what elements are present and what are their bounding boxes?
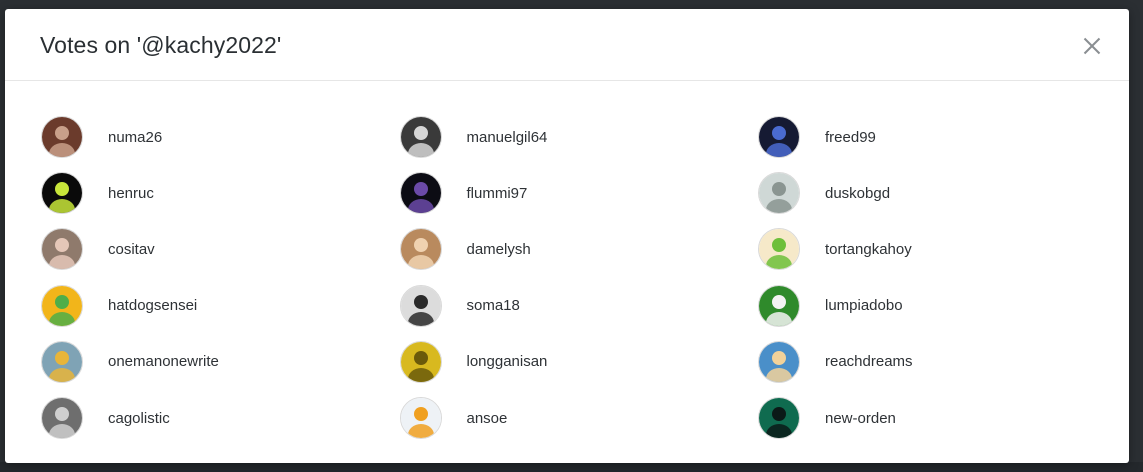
avatar[interactable] <box>41 172 83 215</box>
avatar[interactable] <box>399 228 442 271</box>
man-portrait-bw-avatar <box>400 117 441 158</box>
cartoon-bee-avatar <box>400 398 441 439</box>
voter-name-link[interactable]: manuelgil64 <box>467 129 548 146</box>
avatar[interactable] <box>758 340 800 383</box>
voter-name-link[interactable]: tortangkahoy <box>825 241 912 258</box>
avatar[interactable] <box>41 284 83 327</box>
voter-item[interactable]: hatdogsensei <box>41 278 400 334</box>
modal-header: Votes on '@kachy2022' <box>5 9 1129 81</box>
voter-item[interactable]: duskobgd <box>758 165 1101 221</box>
voter-item[interactable]: manuelgil64 <box>399 109 759 165</box>
voter-name-link[interactable]: longganisan <box>467 353 548 370</box>
avatar[interactable] <box>399 397 442 440</box>
avatar[interactable] <box>758 284 800 327</box>
voter-item[interactable]: freed99 <box>758 109 1101 165</box>
voters-list: numa26 manuelgil64 freed99 henruc flummi97 du… <box>41 109 1101 446</box>
avatar[interactable] <box>758 228 800 271</box>
avatar[interactable] <box>758 397 800 440</box>
cartoon-chef-avatar <box>759 285 799 326</box>
woman-bw-portrait-avatar <box>400 285 441 326</box>
voter-name-link[interactable]: freed99 <box>825 129 876 146</box>
voter-name-link[interactable]: cositav <box>108 241 155 258</box>
voter-item[interactable]: flummi97 <box>399 165 759 221</box>
voter-name-link[interactable]: lumpiadobo <box>825 297 903 314</box>
voter-item[interactable]: reachdreams <box>758 334 1101 390</box>
woman-with-flowers-avatar <box>42 117 82 158</box>
voter-name-link[interactable]: henruc <box>108 185 154 202</box>
close-icon <box>1083 37 1101 55</box>
voter-item[interactable]: tortangkahoy <box>758 221 1101 277</box>
voter-name-link[interactable]: onemanonewrite <box>108 353 219 370</box>
two-women-selfie-avatar <box>42 229 82 270</box>
voter-name-link[interactable]: ansoe <box>467 410 508 427</box>
voter-item[interactable]: damelysh <box>399 221 759 277</box>
green-cartoon-figure-avatar <box>42 285 82 326</box>
man-profile-avatar <box>42 398 82 439</box>
black-logo-avatar <box>42 173 82 214</box>
dark-fantasy-figure-avatar <box>759 117 799 158</box>
voter-item[interactable]: lumpiadobo <box>758 278 1101 334</box>
voter-name-link[interactable]: flummi97 <box>467 185 528 202</box>
voter-item[interactable]: numa26 <box>41 109 400 165</box>
sketch-face-avatar <box>759 173 799 214</box>
voter-item[interactable]: cagolistic <box>41 390 400 446</box>
golden-leaf-avatar <box>400 341 441 382</box>
purple-ghost-creature-avatar <box>400 173 441 214</box>
voter-item[interactable]: new-orden <box>758 390 1101 446</box>
avatar[interactable] <box>41 340 83 383</box>
voter-name-link[interactable]: numa26 <box>108 129 162 146</box>
avatar[interactable] <box>41 116 83 159</box>
votes-modal: Votes on '@kachy2022' numa26 manuelgil64 f… <box>5 9 1129 463</box>
pixel-character-avatar <box>42 341 82 382</box>
voter-name-link[interactable]: reachdreams <box>825 353 913 370</box>
smiling-woman-avatar <box>400 229 441 270</box>
close-button[interactable] <box>1081 35 1103 57</box>
voter-item[interactable]: soma18 <box>399 278 759 334</box>
avatar[interactable] <box>399 340 442 383</box>
modal-title: Votes on '@kachy2022' <box>40 32 282 58</box>
green-cat-avatar <box>759 398 799 439</box>
avatar[interactable] <box>399 172 442 215</box>
voter-item[interactable]: onemanonewrite <box>41 334 400 390</box>
voter-item[interactable]: ansoe <box>399 390 759 446</box>
cartoon-boy-cap-avatar <box>759 341 799 382</box>
avatar[interactable] <box>399 116 442 159</box>
voter-item[interactable]: cositav <box>41 221 400 277</box>
voter-item[interactable]: longganisan <box>399 334 759 390</box>
voter-name-link[interactable]: new-orden <box>825 410 896 427</box>
anime-green-eyes-avatar <box>759 229 799 270</box>
avatar[interactable] <box>758 172 800 215</box>
avatar[interactable] <box>41 228 83 271</box>
voter-name-link[interactable]: cagolistic <box>108 410 170 427</box>
voter-name-link[interactable]: damelysh <box>467 241 531 258</box>
avatar[interactable] <box>758 116 800 159</box>
voter-item[interactable]: henruc <box>41 165 400 221</box>
page-backdrop <box>0 462 1143 472</box>
voter-name-link[interactable]: soma18 <box>467 297 520 314</box>
avatar[interactable] <box>41 397 83 440</box>
avatar[interactable] <box>399 284 442 327</box>
voter-name-link[interactable]: duskobgd <box>825 185 890 202</box>
voter-name-link[interactable]: hatdogsensei <box>108 297 197 314</box>
